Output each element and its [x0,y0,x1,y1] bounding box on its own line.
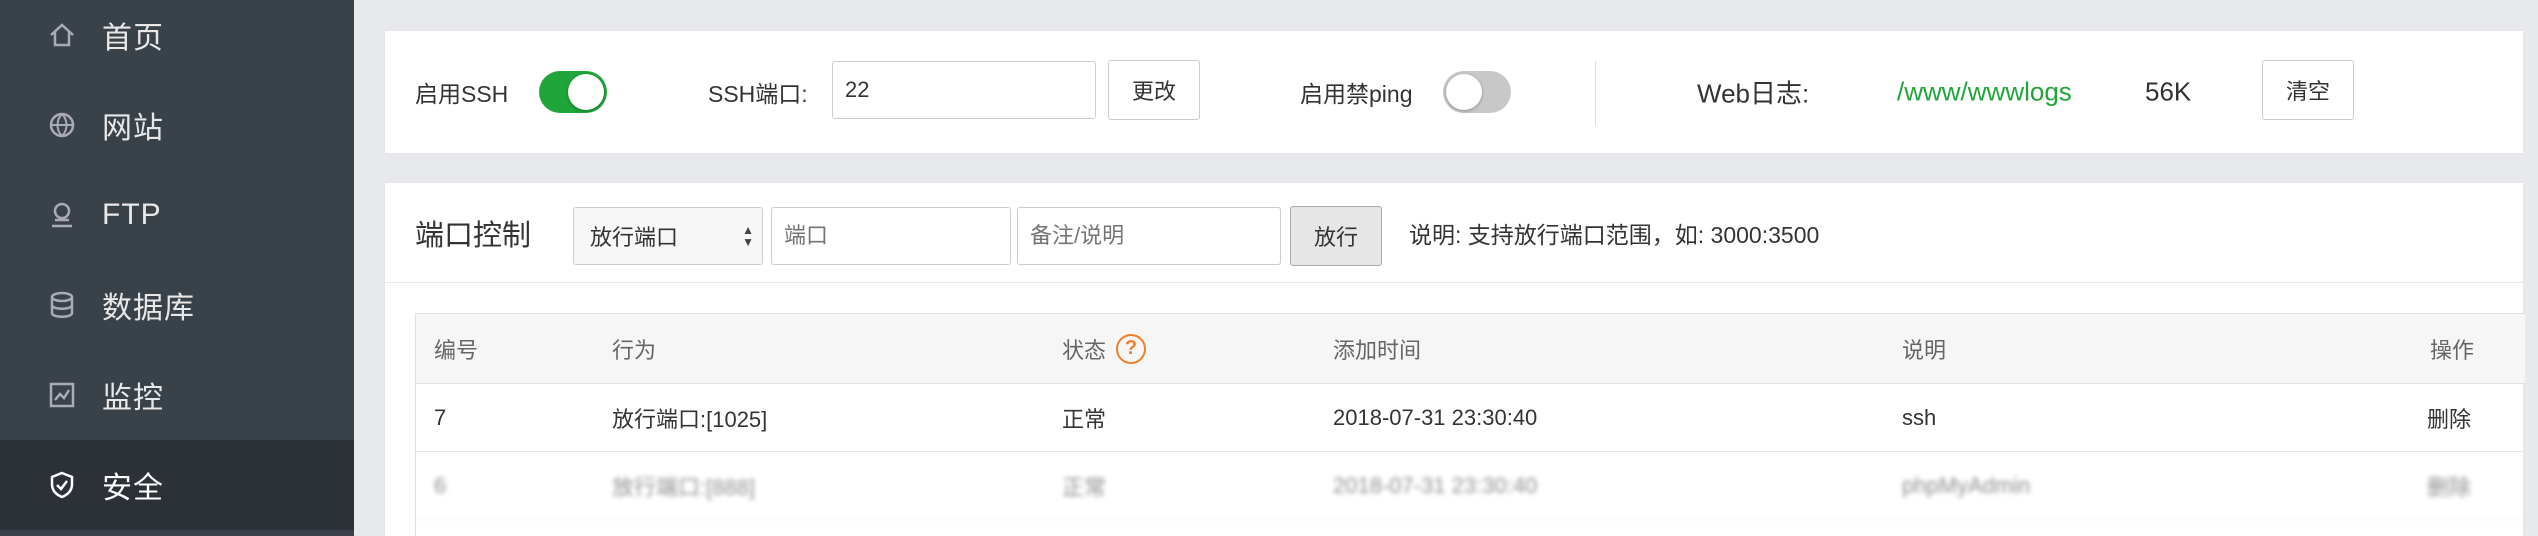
col-id: 编号 [434,337,479,363]
cell-id: 6 [434,472,447,498]
port-range-hint: 说明: 支持放行端口范围，如: 3000:3500 [1409,221,1820,248]
allow-port-button[interactable]: 放行 [1290,206,1382,266]
cell-description: ssh [1902,404,1937,430]
cell-status: 正常 [1062,474,1107,500]
sidebar: 首页 网站 FTP 数据库 监控 安全 [0,0,354,536]
cell-action: 放行端口:[1025] [612,406,768,432]
ssh-toggle[interactable] [539,71,607,113]
cell-action: 放行端口:[888] [612,474,756,500]
sidebar-item-label: 网站 [102,112,164,145]
cell-id: 7 [434,404,447,430]
col-status: 状态 ? [1062,333,1147,365]
col-added-time: 添加时间 [1333,337,1422,363]
delete-link[interactable]: 删除 [2427,470,2471,502]
port-input[interactable] [771,207,1011,265]
sidebar-item-label: FTP [102,198,162,231]
toggle-knob [1446,74,1482,110]
cell-status: 正常 [1062,406,1107,432]
shield-icon [45,468,79,502]
toggle-knob [568,74,604,110]
sidebar-item-label: 监控 [102,382,164,415]
sidebar-item-ftp[interactable]: FTP [0,170,354,260]
cell-added-time: 2018-07-31 23:30:40 [1333,404,1538,430]
delete-link[interactable]: 删除 [2427,402,2471,434]
weblog-size: 56K [2145,76,2192,107]
database-icon [45,288,79,322]
sidebar-item-websites[interactable]: 网站 [0,80,354,170]
note-input[interactable] [1017,207,1281,265]
help-icon[interactable]: ? [1116,333,1147,364]
sidebar-item-home[interactable]: 首页 [0,0,354,80]
ssh-port-input[interactable] [832,61,1096,119]
sidebar-item-database[interactable]: 数据库 [0,260,354,350]
col-operations: 操作 [2430,337,2475,363]
cell-added-time: 2018-07-31 23:30:40 [1333,472,1538,498]
ftp-icon [45,198,79,232]
sidebar-item-label: 首页 [102,22,164,55]
weblog-label: Web日志: [1697,78,1810,109]
col-status-label: 状态 [1062,337,1107,363]
change-port-button[interactable]: 更改 [1108,60,1200,120]
clear-logs-button[interactable]: 清空 [2262,60,2354,120]
globe-icon [45,108,79,142]
table-header: 编号 行为 状态 ? 添加时间 说明 操作 [416,314,2525,384]
ping-toggle[interactable] [1443,71,1511,113]
panel-title: 端口控制 [415,219,532,252]
sidebar-item-monitor[interactable]: 监控 [0,350,354,440]
sidebar-item-security[interactable]: 安全 [0,440,354,530]
divider [1595,61,1596,125]
sidebar-item-label: 数据库 [102,292,195,325]
port-rules-table: 编号 行为 状态 ? 添加时间 说明 操作 7 放行端口:[1025] 正常 2… [415,313,2525,536]
cell-description: phpMyAdmin [1902,472,2031,498]
sidebar-item-label: 安全 [102,472,164,505]
table-row: 7 放行端口:[1025] 正常 2018-07-31 23:30:40 ssh… [416,384,2525,452]
col-description: 说明 [1902,337,1947,363]
rule-type-select[interactable]: 放行端口 ▲ ▼ [573,207,763,265]
monitor-icon [45,378,79,412]
col-action: 行为 [612,337,657,363]
select-value: 放行端口 [590,225,679,250]
select-arrows-icon: ▲ ▼ [742,223,754,249]
ssh-port-label: SSH端口: [708,81,808,107]
security-settings-panel: 启用SSH SSH端口: 更改 启用禁ping Web日志: /www/wwwl… [384,30,2524,154]
table-row: 6 放行端口:[888] 正常 2018-07-31 23:30:40 phpM… [416,452,2525,520]
port-control-toolbar: 端口控制 放行端口 ▲▼ 放行 说明: 支持放行端口范围，如: 3000:350… [385,183,2523,283]
home-icon [45,18,79,52]
weblog-path-link[interactable]: /www/wwwlogs [1897,77,2072,108]
port-control-panel: 端口控制 放行端口 ▲▼ 放行 说明: 支持放行端口范围，如: 3000:350… [384,182,2525,536]
ssh-enable-label: 启用SSH [415,81,509,107]
ping-enable-label: 启用禁ping [1300,81,1413,107]
